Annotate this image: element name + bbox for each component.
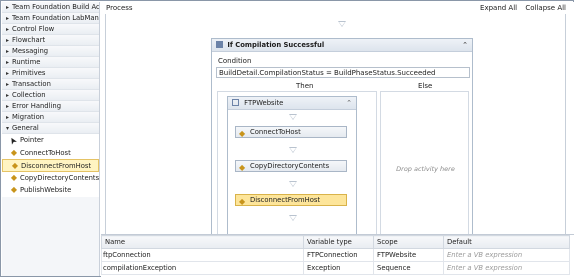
activity-icon: ◆ <box>10 185 18 194</box>
drop-target-icon[interactable] <box>338 21 346 27</box>
variable-scope[interactable]: Sequence <box>373 261 444 275</box>
activity-icon: ◆ <box>10 147 18 157</box>
column-header-type[interactable]: Variable type <box>303 235 374 249</box>
toolbox-item-label: PublishWebsite <box>20 186 72 194</box>
activity-connect-to-host[interactable]: ◆ ConnectToHost <box>235 126 347 138</box>
toolbox-category-label: Control Flow <box>12 25 55 33</box>
toolbox-category[interactable]: ▸ Flowchart <box>2 35 99 46</box>
condition-label: Condition <box>218 57 252 65</box>
drop-target-icon[interactable] <box>289 181 297 187</box>
activity-icon: ◆ <box>239 163 246 172</box>
if-activity[interactable]: If Compilation Successful ⌃ Condition Bu… <box>211 38 473 234</box>
toolbox-item[interactable]: ◆ DisconnectFromHost <box>2 159 99 172</box>
toolbox-category-label: Flowchart <box>12 36 46 44</box>
toolbox-item[interactable]: ➤Pointer <box>2 134 99 147</box>
toolbox-category-label: Runtime <box>12 58 41 66</box>
toolbox-category[interactable]: ▸ Runtime <box>2 57 99 68</box>
sequence-border-right <box>565 14 566 234</box>
toolbox-category[interactable]: ▸ Messaging <box>2 46 99 57</box>
activity-disconnect-from-host[interactable]: ◆ DisconnectFromHost <box>235 194 347 206</box>
column-header-default[interactable]: Default <box>443 235 570 249</box>
collapse-all-link[interactable]: Collapse All <box>525 4 566 12</box>
designer-header: Process Expand All Collapse All <box>101 2 574 14</box>
variable-name[interactable]: compilationException <box>101 261 304 275</box>
designer-window: ▸Team Foundation Build Activ...▸Team Fou… <box>0 0 574 277</box>
toolbox-category[interactable]: ▸ Primitives <box>2 68 99 79</box>
activity-label: DisconnectFromHost <box>250 196 321 204</box>
toolbox-category-label: Messaging <box>12 47 49 55</box>
variable-scope[interactable]: FTPWebsite <box>373 248 444 262</box>
toolbox-category[interactable]: ▸Team Foundation LabManag... <box>2 13 99 24</box>
toolbox-item[interactable]: ◆ ConnectToHost <box>2 146 99 159</box>
toolbox-item[interactable]: ◆ CopyDirectoryContents <box>2 171 100 184</box>
variables-panel: Name Variable type Scope Default ftpConn… <box>101 234 574 277</box>
activity-icon: ◆ <box>10 172 18 182</box>
toolbox-category-label: Primitives <box>12 69 46 77</box>
variable-type[interactable]: FTPConnection <box>303 248 374 262</box>
variable-name[interactable]: ftpConnection <box>101 248 304 262</box>
toolbox-category[interactable]: ▸ Control Flow <box>2 24 99 35</box>
drop-target-icon[interactable] <box>289 215 297 221</box>
drop-target-icon[interactable] <box>289 147 297 153</box>
drop-hint: Drop activity here <box>396 165 455 173</box>
activity-label: ConnectToHost <box>250 128 301 136</box>
sequence-icon <box>232 99 239 106</box>
variable-default[interactable]: Enter a VB expression <box>443 261 570 275</box>
toolbox-category[interactable]: ▸ Error Handling <box>2 101 99 112</box>
then-branch[interactable]: FTPWebsite ⌃ ◆ ConnectToHost ◆ CopyDirec… <box>217 91 377 234</box>
toolbox-category[interactable]: ▸ Migration <box>2 112 99 123</box>
variables-header-row: Name Variable type Scope Default <box>101 235 570 249</box>
toolbox-category[interactable]: ▸Team Foundation Build Activ... <box>2 2 99 13</box>
table-row[interactable]: compilationException Exception Sequence … <box>101 261 570 275</box>
collapse-icon[interactable]: ⌃ <box>462 39 468 52</box>
else-label: Else <box>418 82 433 90</box>
collapse-icon[interactable]: ⌃ <box>346 97 352 110</box>
workflow-designer: Process Expand All Collapse All If Compi… <box>101 2 574 234</box>
variable-type[interactable]: Exception <box>303 261 374 275</box>
toolbox-category-label: Team Foundation LabManag... <box>12 14 99 22</box>
toolbox-item-label: CopyDirectoryContents <box>20 173 100 182</box>
ftpwebsite-sequence[interactable]: FTPWebsite ⌃ ◆ ConnectToHost ◆ CopyDirec… <box>227 96 357 234</box>
sequence-border-left <box>105 14 106 234</box>
toolbox-category-label: Transaction <box>12 80 51 88</box>
expand-all-link[interactable]: Expand All <box>480 4 517 12</box>
variable-default[interactable]: Enter a VB expression <box>443 248 570 262</box>
toolbox-category-label: Error Handling <box>12 102 62 110</box>
toolbox-category[interactable]: ▸ Collection <box>2 90 99 101</box>
breadcrumb[interactable]: Process <box>106 4 133 12</box>
table-row[interactable]: ftpConnection FTPConnection FTPWebsite E… <box>101 248 570 262</box>
activity-icon: ◆ <box>239 197 246 206</box>
if-activity-title: If Compilation Successful <box>227 41 325 49</box>
else-branch[interactable]: Drop activity here <box>380 91 469 234</box>
sequence-header[interactable]: FTPWebsite ⌃ <box>228 97 356 110</box>
if-activity-header[interactable]: If Compilation Successful ⌃ <box>212 39 472 52</box>
activity-label: CopyDirectoryContents <box>250 162 330 170</box>
if-icon <box>216 41 223 48</box>
toolbox-item-label: DisconnectFromHost <box>21 162 92 170</box>
activity-copy-directory-contents[interactable]: ◆ CopyDirectoryContents <box>235 160 347 172</box>
then-label: Then <box>296 82 314 90</box>
toolbox-category-label: Collection <box>12 91 46 99</box>
sequence-title: FTPWebsite <box>244 99 284 107</box>
variables-table: Name Variable type Scope Default ftpConn… <box>101 235 570 275</box>
drop-target-icon[interactable] <box>289 114 297 120</box>
toolbox-item-label: Pointer <box>20 136 44 144</box>
toolbox-category[interactable]: ▸ Transaction <box>2 79 99 90</box>
workflow-canvas[interactable]: If Compilation Successful ⌃ Condition Bu… <box>101 14 574 234</box>
toolbox-item-label: ConnectToHost <box>20 148 71 157</box>
toolbox-category-label: Migration <box>12 113 45 121</box>
column-header-scope[interactable]: Scope <box>373 235 444 249</box>
activity-icon: ◆ <box>239 129 246 138</box>
condition-input[interactable]: BuildDetail.CompilationStatus = BuildPha… <box>216 67 470 78</box>
toolbox-panel: ▸Team Foundation Build Activ...▸Team Fou… <box>2 2 100 276</box>
toolbox-category-label: Team Foundation Build Activ... <box>12 3 99 11</box>
column-header-name[interactable]: Name <box>101 235 304 249</box>
toolbox-item[interactable]: ◆ PublishWebsite <box>2 184 99 197</box>
